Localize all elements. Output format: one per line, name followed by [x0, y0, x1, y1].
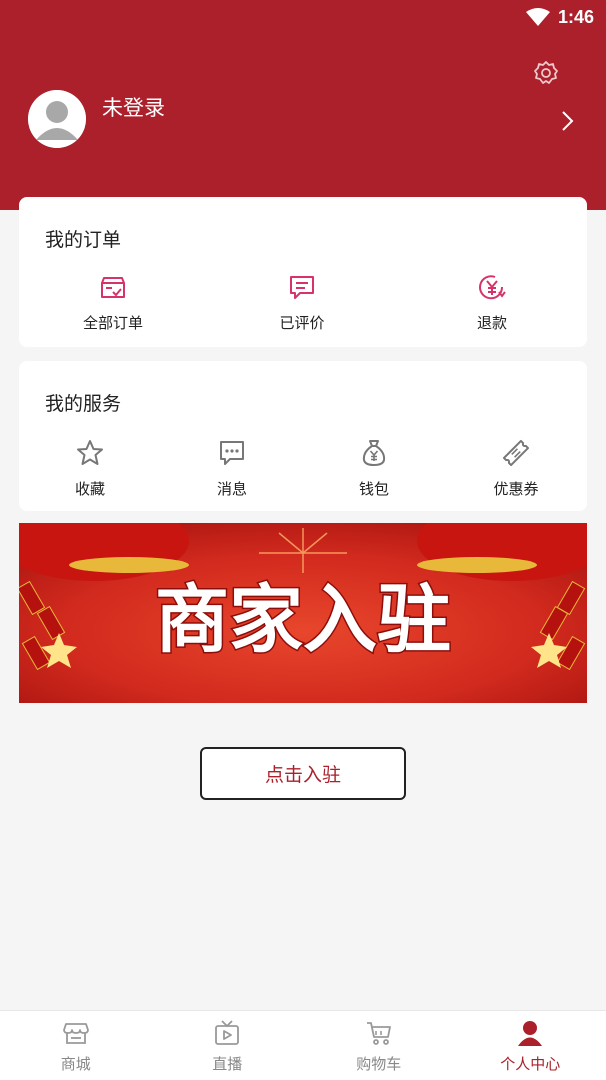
chevron-right-icon[interactable] — [556, 108, 578, 134]
order-item-label: 退款 — [476, 314, 507, 332]
order-item-reviewed[interactable]: 已评价 — [237, 272, 367, 333]
settings-icon[interactable] — [533, 60, 559, 86]
order-item-label: 全部订单 — [82, 314, 143, 332]
refund-yen-icon — [479, 275, 506, 300]
status-bar: 1:46 — [525, 4, 594, 30]
money-bag-icon — [362, 440, 386, 466]
tab-label: 购物车 — [356, 1055, 402, 1073]
service-item-favorites[interactable]: 收藏 — [25, 438, 155, 499]
coupon-icon — [502, 439, 530, 467]
order-box-icon — [101, 277, 125, 298]
service-item-messages[interactable]: 消息 — [167, 438, 297, 499]
cart-icon — [366, 1022, 391, 1045]
profile-header: 1:46 未登录 — [0, 0, 606, 210]
tab-label: 商城 — [60, 1055, 91, 1073]
tab-label: 个人中心 — [500, 1055, 561, 1073]
service-item-label: 消息 — [216, 480, 247, 498]
order-item-all[interactable]: 全部订单 — [48, 272, 178, 333]
service-item-coupons[interactable]: 优惠券 — [451, 438, 581, 499]
merchant-join-banner[interactable]: 商家入驻 — [19, 523, 587, 703]
join-button-label: 点击入驻 — [264, 764, 341, 786]
tv-icon — [215, 1020, 240, 1045]
store-icon — [62, 1023, 89, 1044]
services-title: 我的服务 — [45, 393, 122, 415]
wifi-icon — [525, 8, 550, 26]
service-item-wallet[interactable]: 钱包 — [309, 438, 439, 499]
tab-profile[interactable]: 个人中心 — [455, 1011, 606, 1080]
orders-title: 我的订单 — [45, 229, 122, 251]
service-item-label: 收藏 — [74, 480, 105, 498]
login-status-text[interactable]: 未登录 — [102, 92, 165, 122]
star-icon — [77, 440, 103, 465]
bottom-tab-bar: 商城 直播 购物车 个人中心 — [0, 1010, 606, 1080]
tab-cart[interactable]: 购物车 — [303, 1011, 455, 1080]
comment-icon — [290, 276, 314, 299]
orders-card: 我的订单 全部订单 已评价 退款 — [19, 197, 587, 347]
services-card: 我的服务 收藏 消息 钱包 优惠券 — [19, 361, 587, 511]
join-button[interactable]: 点击入驻 — [200, 747, 406, 800]
service-item-label: 优惠券 — [493, 480, 539, 498]
user-icon — [518, 1021, 543, 1046]
banner-text: 商家入驻 — [155, 577, 451, 663]
order-item-refund[interactable]: 退款 — [427, 272, 557, 333]
status-time: 1:46 — [557, 6, 594, 27]
message-icon — [220, 441, 244, 465]
default-avatar-icon — [28, 90, 86, 148]
service-item-label: 钱包 — [358, 480, 389, 498]
banner-graphic: 商家入驻 — [19, 523, 587, 703]
avatar[interactable] — [28, 90, 86, 148]
tab-live[interactable]: 直播 — [152, 1011, 304, 1080]
order-item-label: 已评价 — [279, 314, 325, 332]
tab-store[interactable]: 商城 — [0, 1011, 152, 1080]
tab-label: 直播 — [212, 1055, 243, 1073]
